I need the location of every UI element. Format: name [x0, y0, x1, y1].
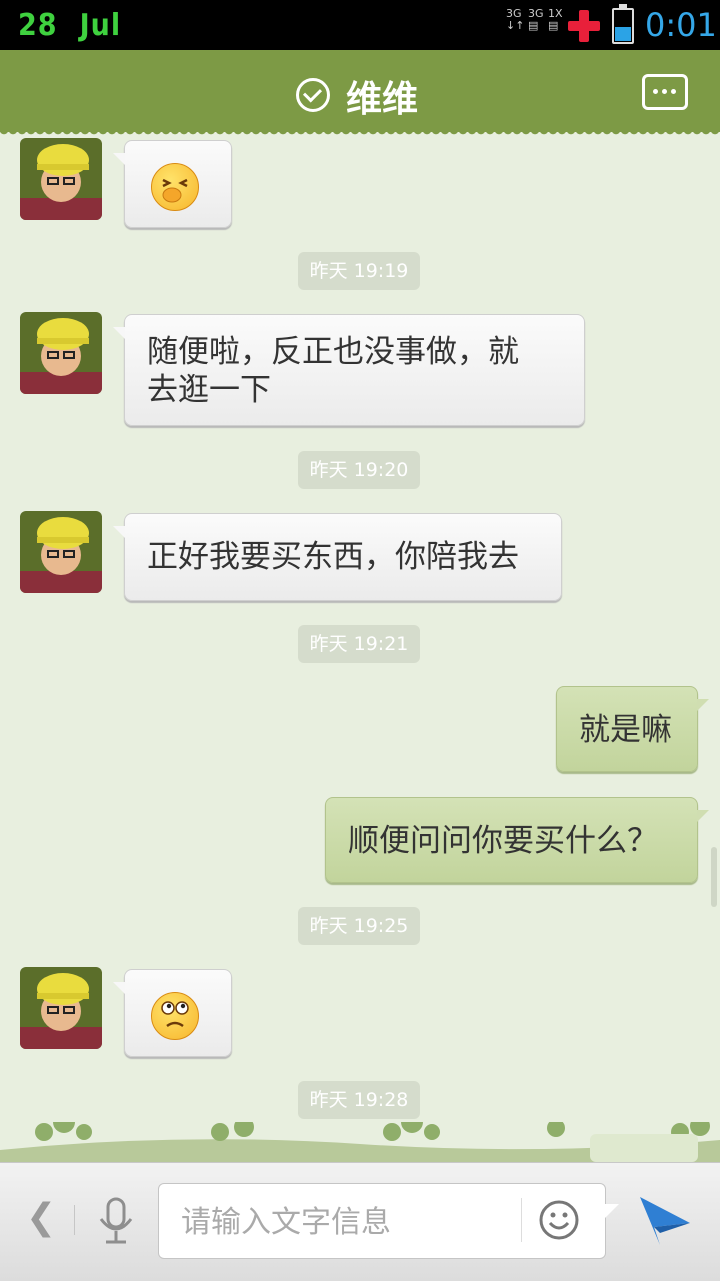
- incoming-message-bubble[interactable]: 正好我要买东西，你陪我去: [113, 513, 562, 601]
- message-timestamp: 昨天 19:20: [298, 451, 420, 489]
- smiley-icon[interactable]: [537, 1198, 581, 1242]
- paper-plane-icon[interactable]: [636, 1193, 692, 1249]
- more-options-icon[interactable]: [642, 74, 688, 110]
- alert-plus-icon: [568, 10, 600, 42]
- status-date: 28 Jul: [18, 8, 143, 43]
- signal-label-1: 3G: [506, 7, 522, 20]
- chevron-left-icon[interactable]: ❮: [26, 1197, 56, 1238]
- confused-face-emoji: [151, 992, 199, 1040]
- avatar[interactable]: [20, 511, 102, 593]
- incoming-message-bubble[interactable]: 随便啦，反正也没事做，就 去逛一下: [113, 314, 585, 426]
- microphone-icon[interactable]: [96, 1197, 136, 1247]
- landscape-decoration: [0, 1122, 720, 1162]
- message-timestamp: 昨天 19:28: [298, 1081, 420, 1119]
- message-timestamp: 昨天 19:21: [298, 625, 420, 663]
- contact-name[interactable]: 维维: [346, 70, 418, 122]
- message-text: 顺便问问你要买什么？: [348, 823, 658, 859]
- scrollbar[interactable]: [711, 847, 717, 907]
- message-text: 正好我要买东西，你陪我去: [147, 539, 519, 575]
- message-input-bar: ❮: [0, 1162, 720, 1281]
- chat-header: 维维: [0, 50, 720, 138]
- avatar[interactable]: [20, 312, 102, 394]
- outgoing-message-bubble[interactable]: 就是嘛: [556, 686, 709, 772]
- signal-label-3: 1X: [548, 7, 563, 20]
- message-input-container[interactable]: [158, 1183, 619, 1259]
- status-bar: 28 Jul 3G ↓↑ 3G ▤ 1X ▤ 0:01: [0, 0, 720, 50]
- status-day: 28: [18, 8, 58, 43]
- status-time: 0:01: [645, 6, 717, 44]
- status-month: Jul: [79, 8, 122, 43]
- check-circle-icon: [296, 78, 330, 112]
- message-text-line: 去逛一下: [147, 372, 271, 408]
- outgoing-message-bubble[interactable]: 顺便问问你要买什么？: [325, 797, 709, 883]
- message-timestamp: 昨天 19:25: [298, 907, 420, 945]
- chat-message-list[interactable]: 昨天 19:19 随便啦，反正也没事做，就 去逛一下 昨天 19:20 正好我要…: [0, 132, 720, 1162]
- incoming-message-bubble[interactable]: [113, 140, 232, 228]
- avatar[interactable]: [20, 138, 102, 220]
- signal-label-2: 3G: [528, 7, 544, 20]
- message-timestamp: 昨天 19:19: [298, 252, 420, 290]
- avatar[interactable]: [20, 967, 102, 1049]
- message-input[interactable]: [179, 1198, 503, 1246]
- divider: [74, 1205, 75, 1235]
- face-covering-mouth-emoji: [151, 163, 199, 211]
- message-text: 就是嘛: [579, 712, 672, 748]
- incoming-message-bubble[interactable]: [113, 969, 232, 1057]
- divider: [521, 1198, 522, 1242]
- message-text-line: 随便啦，反正也没事做，就: [147, 334, 519, 370]
- battery-icon: [612, 4, 634, 44]
